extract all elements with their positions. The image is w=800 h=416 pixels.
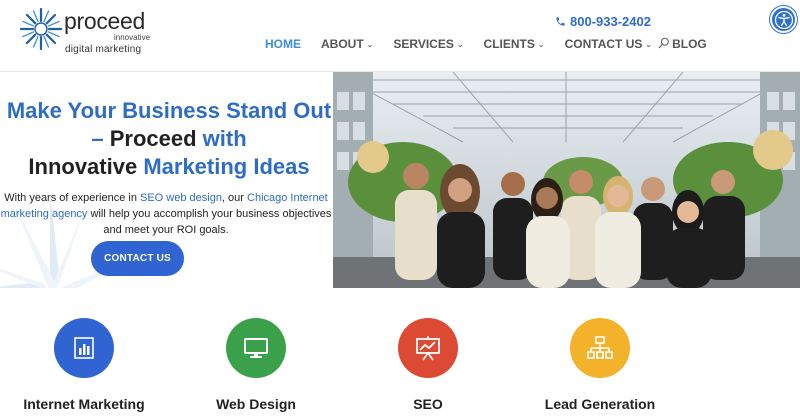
nav-services[interactable]: SERVICES ⌄ [393, 37, 463, 51]
service-internet-marketing[interactable]: Internet Marketing [0, 318, 174, 412]
service-label: SEO [413, 396, 443, 412]
hero-headline: Make Your Business Stand Out – Proceed w… [4, 97, 333, 181]
headline-part: Innovative [28, 154, 138, 179]
logo-wordmark: proceed [64, 8, 146, 34]
accessibility-icon [774, 10, 793, 29]
search-icon[interactable] [658, 37, 670, 49]
body-text: will help you accomplish your business o… [87, 208, 332, 236]
nav-blog-label: BLOG [672, 37, 707, 51]
body-text: With years of experience in [4, 192, 140, 204]
headline-part: Marketing Ideas [137, 154, 310, 179]
hero-text-panel: Make Your Business Stand Out – Proceed w… [0, 72, 333, 288]
chevron-down-icon: ⌄ [537, 39, 545, 49]
team-photo [333, 72, 800, 288]
service-circle [570, 318, 630, 378]
service-circle [398, 318, 458, 378]
nav-contact-us[interactable]: CONTACT US ⌄ [565, 37, 652, 51]
hero-description: With years of experience in SEO web desi… [0, 190, 332, 238]
nav-home-label: HOME [265, 37, 301, 51]
service-label: Web Design [216, 396, 296, 412]
nav-about-label: ABOUT [321, 37, 364, 51]
nav-blog[interactable]: BLOG [672, 37, 707, 51]
logo-tagline: digital marketing [65, 44, 142, 55]
phone-number: 800-933-2402 [570, 14, 651, 29]
service-lead-generation[interactable]: Lead Generation [510, 318, 690, 412]
phone-icon [556, 17, 565, 26]
presentation-chart-icon [416, 336, 440, 361]
headline-part: with [196, 126, 247, 151]
logo-sub: innovative [114, 33, 151, 42]
chevron-down-icon: ⌄ [645, 39, 653, 49]
service-label: Lead Generation [544, 396, 656, 412]
service-web-design[interactable]: Web Design [166, 318, 346, 412]
service-seo[interactable]: SEO [338, 318, 518, 412]
phone-link[interactable]: 800-933-2402 [555, 14, 651, 29]
body-text: , our [221, 192, 248, 204]
nav-home[interactable]: HOME [265, 37, 301, 51]
org-chart-icon [587, 336, 613, 359]
service-circle [54, 318, 114, 378]
nav-clients[interactable]: CLIENTS ⌄ [484, 37, 545, 51]
monitor-icon [244, 338, 268, 358]
nav-contact-label: CONTACT US [564, 37, 643, 51]
nav-clients-label: CLIENTS [483, 37, 535, 51]
service-label: Internet Marketing [23, 396, 145, 412]
chevron-down-icon: ⌄ [366, 39, 374, 49]
logo[interactable]: proceed innovative digital marketing [18, 6, 151, 58]
chevron-down-icon: ⌄ [456, 39, 464, 49]
nav-about[interactable]: ABOUT ⌄ [321, 37, 373, 51]
service-circle [226, 318, 286, 378]
nav-services-label: SERVICES [393, 37, 454, 51]
bar-chart-icon [74, 337, 94, 359]
headline-part: Proceed [109, 126, 197, 151]
seo-web-design-link[interactable]: SEO web design [140, 192, 222, 204]
contact-us-button[interactable]: CONTACT US [91, 241, 184, 276]
team-photo-image [333, 72, 800, 288]
accessibility-button[interactable] [770, 6, 797, 33]
logo-starburst-icon [19, 7, 63, 51]
site-header: proceed innovative digital marketing 800… [0, 0, 800, 72]
